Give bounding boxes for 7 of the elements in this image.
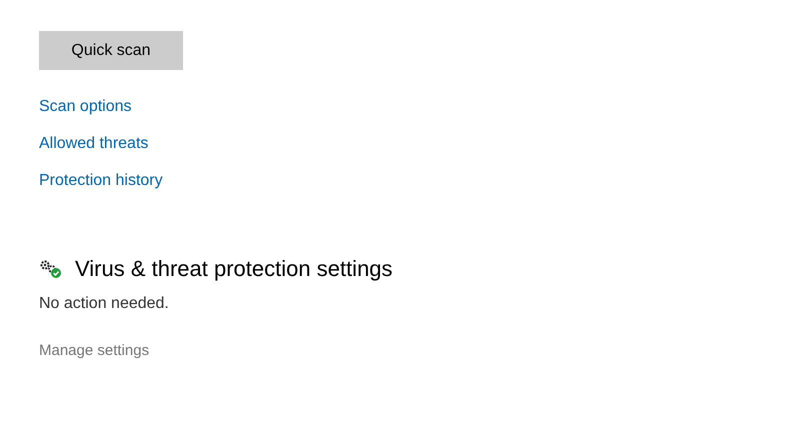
section-title: Virus & threat protection settings [75, 255, 393, 283]
link[interactable]: Protection history [39, 170, 163, 192]
quick-scan-button[interactable]: Quick scan [39, 31, 183, 70]
status-text: No action needed. [39, 294, 169, 314]
link[interactable]: Scan options [39, 96, 132, 118]
gears-check-icon [39, 259, 63, 279]
link[interactable]: Allowed threats [39, 133, 148, 155]
